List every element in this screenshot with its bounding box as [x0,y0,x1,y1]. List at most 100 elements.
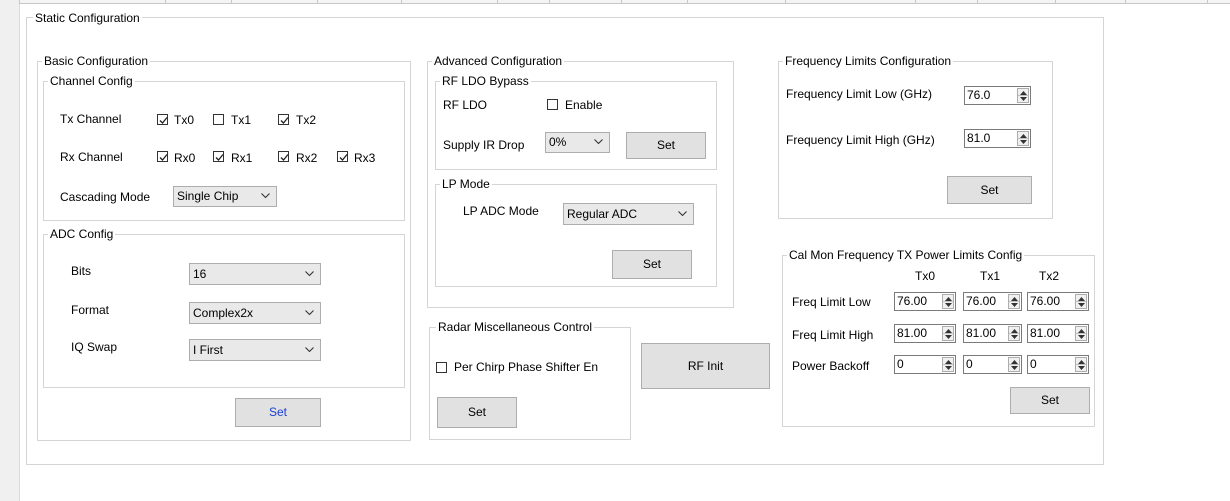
spin-arrows-icon[interactable] [1008,357,1020,372]
tx0-checkbox[interactable] [157,114,168,125]
calmon-col-tx1: Tx1 [980,269,1001,283]
spin-arrows-icon[interactable] [1017,131,1029,146]
spin-arrows-icon[interactable] [1075,357,1087,372]
rx0-checkbox[interactable] [157,151,168,162]
radar-misc-set-button[interactable]: Set [437,397,517,428]
calmon-row-label: Power Backoff [792,359,870,373]
supply-ir-drop-value: 0% [549,135,567,149]
lp-mode-title: LP Mode [440,177,492,191]
calmon-row-label: Freq Limit High [792,328,874,342]
rx1-checkbox[interactable] [213,151,224,162]
check-icon [159,117,168,124]
supply-ir-drop-select[interactable]: 0% [545,132,610,153]
check-icon [280,117,289,124]
calmon-power-backoff-tx2-input[interactable]: 0 [1027,355,1089,374]
iq-swap-select[interactable]: I First [189,339,321,361]
spin-arrows-icon[interactable] [942,294,954,309]
calmon-value: 0 [966,357,973,371]
tab[interactable] [785,0,916,4]
chevron-down-icon [305,271,314,277]
rf-ldo-enable-label: Enable [565,98,603,112]
phase-shifter-checkbox[interactable] [436,362,447,373]
bits-select[interactable]: 16 [189,263,321,285]
freq-limit-low-input[interactable]: 76.0 [964,86,1031,105]
calmon-value: 81.00 [897,326,928,340]
rx2-checkbox[interactable] [278,151,289,162]
spin-arrows-icon[interactable] [1017,88,1029,103]
freq-limit-high-label: Frequency Limit High (GHz) [786,133,935,147]
tab[interactable] [977,0,1056,4]
advanced-configuration-title: Advanced Configuration [432,54,565,68]
calmon-row-label: Freq Limit Low [792,295,871,309]
rx-channel-label: Rx Channel [60,150,123,164]
tab[interactable] [231,0,318,4]
rf-ldo-bypass-title: RF LDO Bypass [440,74,531,88]
frequency-limits-title: Frequency Limits Configuration [783,54,954,68]
chevron-down-icon [305,310,314,316]
calmon-title: Cal Mon Frequency TX Power Limits Config [787,248,1025,262]
cascading-mode-select[interactable]: Single Chip [173,186,277,207]
tab[interactable] [687,0,786,4]
chevron-down-icon [678,211,687,217]
calmon-freq-high-tx0-input[interactable]: 81.00 [894,324,956,343]
format-select[interactable]: Complex2x [189,302,321,324]
tab[interactable] [165,0,232,4]
tab[interactable] [1055,0,1126,4]
rf-ldo-set-button[interactable]: Set [626,132,706,159]
tab[interactable] [1207,0,1230,4]
spin-arrows-icon[interactable] [942,326,954,341]
freq-limits-set-button[interactable]: Set [947,176,1032,204]
rf-init-button[interactable]: RF Init [641,343,770,389]
tab[interactable] [621,0,688,4]
tab[interactable] [401,0,498,4]
tx1-checkbox[interactable] [213,114,224,125]
check-icon [280,154,289,161]
spin-arrows-icon[interactable] [1075,326,1087,341]
spin-arrows-icon[interactable] [942,357,954,372]
calmon-value: 81.00 [1030,326,1061,340]
tab[interactable] [915,0,978,4]
tab[interactable] [497,0,550,4]
calmon-freq-low-tx0-input[interactable]: 76.00 [894,292,956,311]
tx0-label: Tx0 [174,113,195,127]
adc-config-title: ADC Config [48,227,116,241]
calmon-freq-high-tx2-input[interactable]: 81.00 [1027,324,1089,343]
calmon-freq-low-tx1-input[interactable]: 76.00 [963,292,1022,311]
lp-adc-mode-select[interactable]: Regular ADC [563,203,694,225]
calmon-freq-high-tx1-input[interactable]: 81.00 [963,324,1022,343]
calmon-power-backoff-tx1-input[interactable]: 0 [963,355,1022,374]
lp-adc-mode-label: LP ADC Mode [463,204,539,218]
iq-swap-label: IQ Swap [71,340,118,354]
chevron-down-icon [305,347,314,353]
calmon-set-button[interactable]: Set [1010,387,1090,414]
tab[interactable] [317,0,402,4]
calmon-freq-low-tx2-input[interactable]: 76.00 [1027,292,1089,311]
check-icon [159,154,168,161]
check-icon [339,154,348,161]
tab[interactable] [1125,0,1208,4]
basic-set-button[interactable]: Set [235,398,321,427]
radar-misc-title: Radar Miscellaneous Control [436,320,595,334]
lp-mode-set-button[interactable]: Set [612,250,692,279]
rf-ldo-enable-checkbox[interactable] [547,99,558,110]
tab[interactable] [19,0,166,4]
tab[interactable] [549,0,622,4]
freq-limit-high-input[interactable]: 81.0 [964,129,1031,148]
freq-limit-low-label: Frequency Limit Low (GHz) [786,87,933,101]
freq-limit-low-value: 76.0 [967,88,991,102]
tx2-checkbox[interactable] [278,114,289,125]
static-configuration-title: Static Configuration [33,11,142,25]
chevron-down-icon [261,193,270,199]
format-label: Format [71,303,110,317]
spin-arrows-icon[interactable] [1008,294,1020,309]
calmon-power-backoff-tx0-input[interactable]: 0 [894,355,956,374]
spin-arrows-icon[interactable] [1008,326,1020,341]
spin-arrows-icon[interactable] [1075,294,1087,309]
cascading-mode-value: Single Chip [177,189,239,203]
calmon-value: 0 [897,357,904,371]
chevron-down-icon [594,139,603,145]
rx2-label: Rx2 [296,151,318,165]
rx1-label: Rx1 [231,151,253,165]
basic-configuration-title: Basic Configuration [42,54,151,68]
rx3-checkbox[interactable] [337,151,348,162]
